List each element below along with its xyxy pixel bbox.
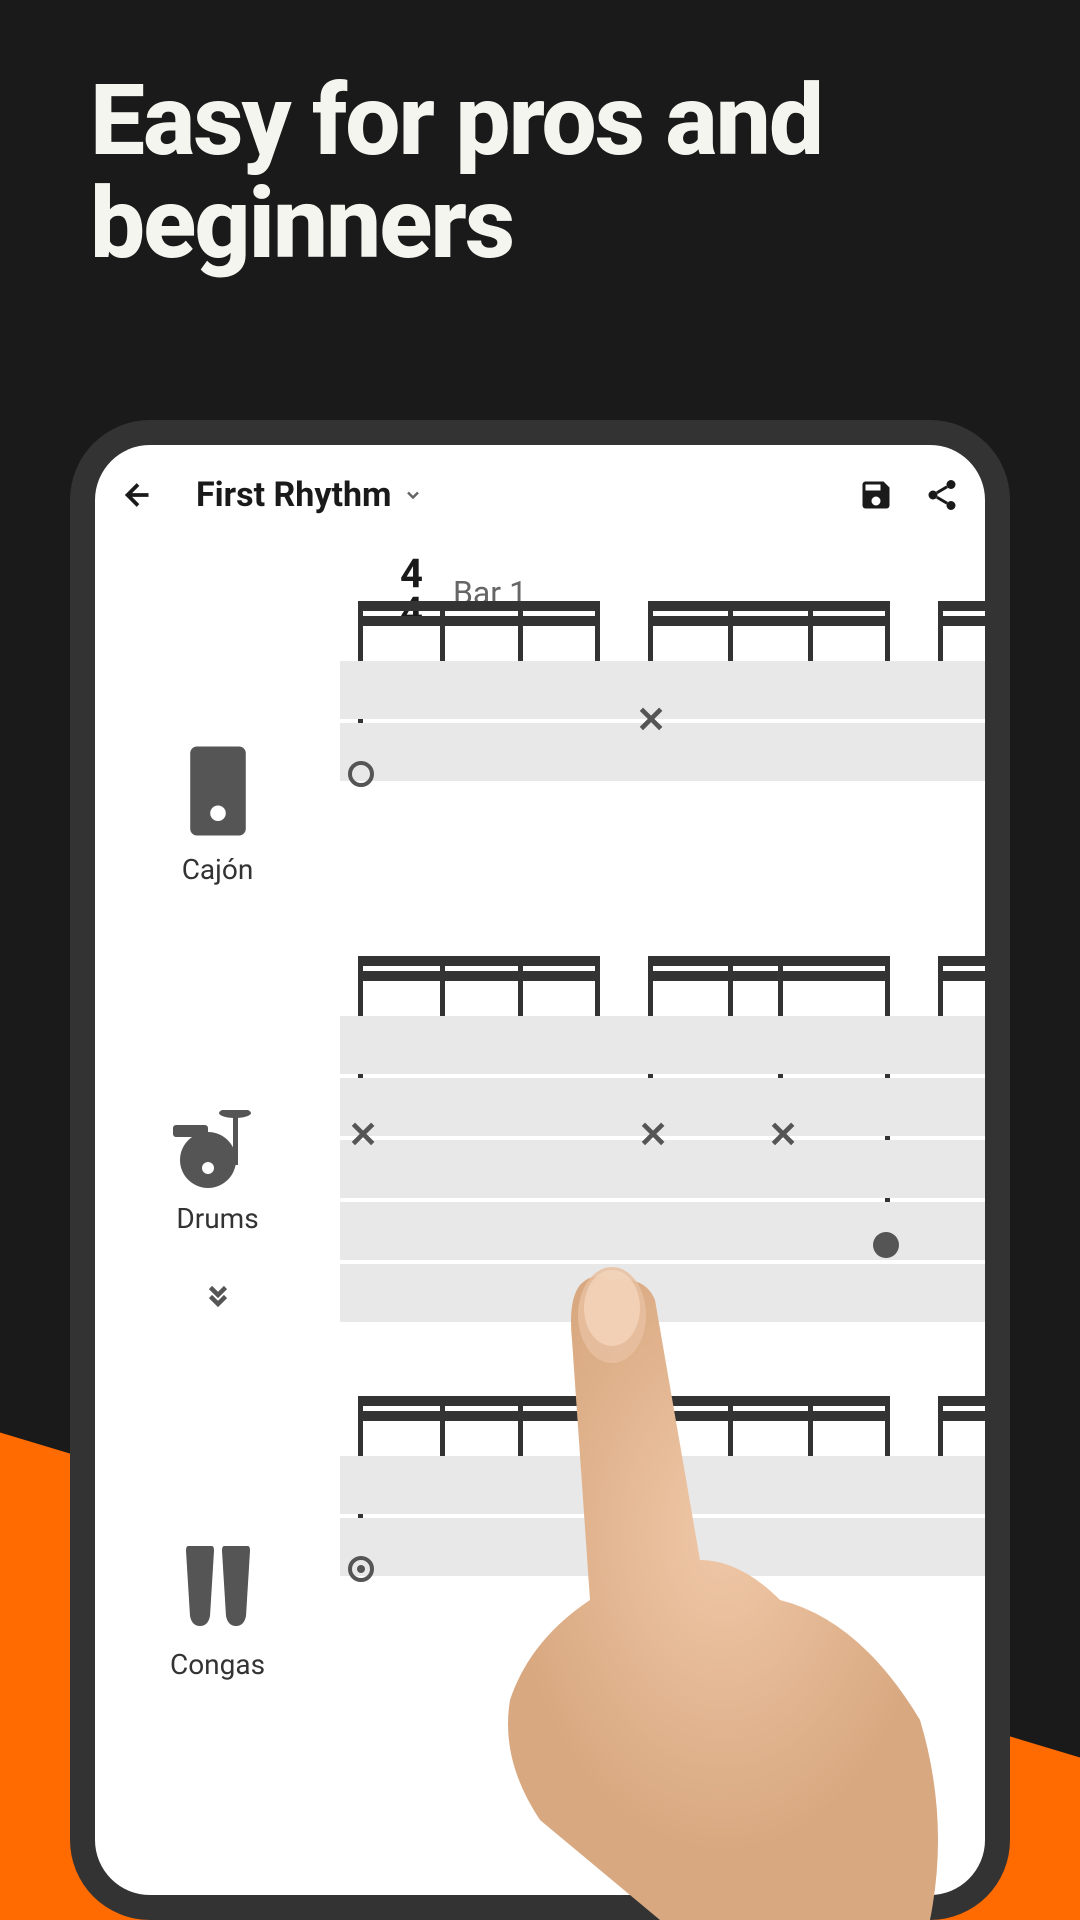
expand-down-icon[interactable]	[200, 1277, 236, 1313]
note-x: ✕	[768, 1114, 798, 1156]
congas-icon	[178, 1536, 258, 1636]
drums-section: Drums	[95, 1016, 985, 1326]
back-arrow-icon[interactable]	[120, 477, 156, 513]
drums-panel[interactable]: Drums	[95, 1016, 340, 1326]
header-actions	[858, 477, 960, 513]
note-x: ✕	[348, 1114, 378, 1156]
headline-text: Easy for pros and beginners	[90, 70, 1020, 276]
phone-frame: First Rhythm 4 4 Bar 1	[70, 420, 1010, 1920]
note-open	[348, 761, 374, 787]
share-icon[interactable]	[924, 477, 960, 513]
cajon-label: Cajón	[182, 853, 254, 886]
note-x: ✕	[636, 699, 666, 741]
note-x: ✕	[638, 1114, 668, 1156]
note-dot	[873, 1232, 899, 1258]
chevron-down-icon	[403, 485, 423, 505]
drums-notation[interactable]: ✕ ✕ ✕	[340, 1016, 985, 1326]
cajon-icon	[183, 741, 253, 841]
title-dropdown[interactable]: First Rhythm	[196, 475, 838, 515]
save-icon[interactable]	[858, 477, 894, 513]
cajon-panel[interactable]: Cajón	[95, 661, 340, 886]
cajon-section: Cajón	[95, 661, 985, 886]
note-target	[348, 1556, 374, 1582]
app-header: First Rhythm	[95, 445, 985, 545]
congas-section: Congas	[95, 1456, 985, 1681]
congas-notation[interactable]	[340, 1456, 985, 1681]
congas-label: Congas	[170, 1648, 265, 1681]
project-title: First Rhythm	[196, 475, 391, 515]
drums-label: Drums	[176, 1202, 258, 1235]
congas-panel[interactable]: Congas	[95, 1456, 340, 1681]
phone-screen: First Rhythm 4 4 Bar 1	[95, 445, 985, 1895]
cajon-notation[interactable]: ✕	[340, 661, 985, 886]
drums-icon	[168, 1110, 268, 1190]
